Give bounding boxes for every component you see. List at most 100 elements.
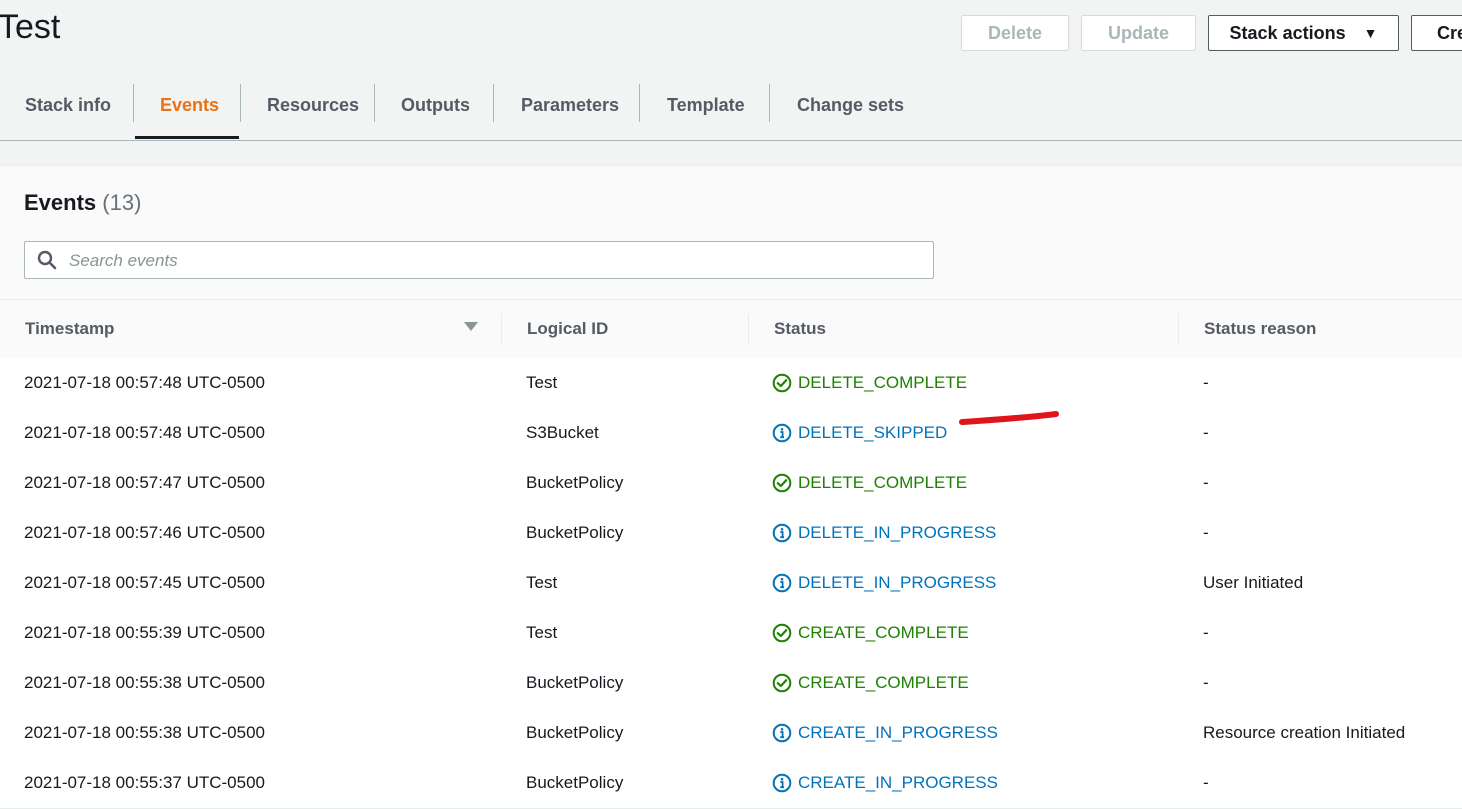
status-badge: DELETE_IN_PROGRESS (772, 523, 996, 543)
status-cell: DELETE_IN_PROGRESS (772, 558, 996, 608)
status-text: DELETE_SKIPPED (798, 423, 948, 442)
column-header-status-reason[interactable]: Status reason (1204, 300, 1316, 358)
logical-id-cell: Test (526, 623, 558, 642)
status-reason-cell: - (1203, 373, 1209, 392)
create-stack-button[interactable]: Cre (1411, 15, 1462, 51)
status-cell: DELETE_SKIPPED (772, 408, 947, 458)
info-circle-icon (772, 723, 798, 743)
status-cell: CREATE_COMPLETE (772, 608, 969, 658)
status-reason-cell: - (1203, 523, 1209, 542)
tab-divider (493, 84, 494, 122)
table-row: 2021-07-18 00:55:39 UTC-0500 Test CREATE_C… (0, 608, 1462, 659)
tab-resources[interactable]: Resources (267, 70, 359, 140)
column-divider[interactable] (748, 314, 749, 344)
info-circle-icon (772, 773, 798, 793)
tab-change-sets[interactable]: Change sets (797, 70, 904, 140)
timestamp-cell: 2021-07-18 00:57:47 UTC-0500 (24, 473, 265, 492)
events-count: (13) (102, 190, 142, 215)
tab-divider (639, 84, 640, 122)
timestamp-cell: 2021-07-18 00:55:38 UTC-0500 (24, 723, 265, 742)
status-reason-cell: - (1203, 473, 1209, 492)
status-cell: CREATE_IN_PROGRESS (772, 758, 998, 808)
logical-id-cell: BucketPolicy (526, 723, 624, 742)
status-reason-cell: Resource creation Initiated (1203, 723, 1406, 742)
table-row: 2021-07-18 00:55:38 UTC-0500 BucketPolicy… (0, 708, 1462, 759)
tab-outputs[interactable]: Outputs (401, 70, 470, 140)
logical-id-cell: BucketPolicy (526, 473, 624, 492)
table-row: 2021-07-18 00:57:48 UTC-0500 S3Bucket DELE… (0, 408, 1462, 459)
stack-actions-button[interactable]: Stack actions ▼ (1208, 15, 1399, 51)
check-circle-icon (772, 673, 798, 693)
events-title: Events (24, 190, 97, 215)
status-text: DELETE_COMPLETE (798, 373, 968, 392)
status-badge: CREATE_COMPLETE (772, 623, 969, 643)
status-badge: CREATE_IN_PROGRESS (772, 773, 998, 793)
table-row: 2021-07-18 00:55:38 UTC-0500 BucketPolicy… (0, 658, 1462, 709)
tab-divider (374, 84, 375, 122)
events-panel-header: Events (13) (0, 166, 1462, 300)
check-circle-icon (772, 473, 798, 493)
events-panel: Events (13) Timestamp Logical ID Status … (0, 165, 1462, 809)
column-header-status[interactable]: Status (774, 300, 826, 358)
tab-divider (240, 84, 241, 122)
info-circle-icon (772, 573, 798, 593)
tab-template[interactable]: Template (667, 70, 745, 140)
status-text: CREATE_IN_PROGRESS (798, 723, 998, 742)
search-box[interactable] (24, 241, 934, 279)
timestamp-cell: 2021-07-18 00:57:45 UTC-0500 (24, 573, 265, 592)
timestamp-cell: 2021-07-18 00:57:48 UTC-0500 (24, 373, 265, 392)
events-heading: Events (13) (24, 190, 141, 216)
table-row: 2021-07-18 00:57:46 UTC-0500 BucketPolicy… (0, 508, 1462, 559)
status-badge: DELETE_IN_PROGRESS (772, 573, 996, 593)
status-badge: DELETE_COMPLETE (772, 373, 967, 393)
status-cell: CREATE_COMPLETE (772, 658, 969, 708)
tab-bar: Stack info Events Resources Outputs Para… (0, 70, 1462, 141)
column-divider[interactable] (1178, 314, 1179, 344)
tab-divider (133, 84, 134, 122)
update-button[interactable]: Update (1081, 15, 1196, 51)
caret-down-icon: ▼ (1363, 25, 1378, 41)
status-text: DELETE_COMPLETE (798, 473, 968, 492)
status-cell: DELETE_IN_PROGRESS (772, 508, 996, 558)
logical-id-cell: Test (526, 573, 558, 592)
table-row: 2021-07-18 00:55:37 UTC-0500 BucketPolicy… (0, 758, 1462, 809)
check-circle-icon (772, 373, 798, 393)
logical-id-cell: Test (526, 373, 558, 392)
status-cell: CREATE_IN_PROGRESS (772, 708, 998, 758)
column-divider[interactable] (501, 314, 502, 344)
column-header-logical-id[interactable]: Logical ID (527, 300, 608, 358)
status-text: DELETE_IN_PROGRESS (798, 523, 997, 542)
active-tab-indicator (135, 136, 239, 139)
timestamp-cell: 2021-07-18 00:57:48 UTC-0500 (24, 423, 265, 442)
status-reason-cell: - (1203, 673, 1209, 692)
status-text: CREATE_COMPLETE (798, 673, 969, 692)
sort-descending-icon[interactable] (464, 322, 478, 331)
tab-events[interactable]: Events (160, 70, 219, 140)
status-badge: CREATE_COMPLETE (772, 673, 969, 693)
tab-stack-info[interactable]: Stack info (25, 70, 111, 140)
timestamp-cell: 2021-07-18 00:55:38 UTC-0500 (24, 673, 265, 692)
stack-title: Test (0, 8, 61, 46)
logical-id-cell: S3Bucket (526, 423, 599, 442)
timestamp-cell: 2021-07-18 00:57:46 UTC-0500 (24, 523, 265, 542)
stack-actions-label: Stack actions (1229, 22, 1346, 43)
events-table-header: Timestamp Logical ID Status Status reaso… (0, 300, 1462, 359)
logical-id-cell: BucketPolicy (526, 673, 624, 692)
status-badge: DELETE_SKIPPED (772, 423, 947, 443)
column-header-timestamp[interactable]: Timestamp (25, 300, 114, 358)
status-text: CREATE_COMPLETE (798, 623, 969, 642)
status-badge: DELETE_COMPLETE (772, 473, 967, 493)
tab-divider (769, 84, 770, 122)
status-cell: DELETE_COMPLETE (772, 458, 967, 508)
table-row: 2021-07-18 00:57:47 UTC-0500 BucketPolicy… (0, 458, 1462, 509)
info-circle-icon (772, 523, 798, 543)
timestamp-cell: 2021-07-18 00:55:37 UTC-0500 (24, 773, 265, 792)
search-input[interactable] (67, 246, 921, 276)
status-badge: CREATE_IN_PROGRESS (772, 723, 998, 743)
timestamp-cell: 2021-07-18 00:55:39 UTC-0500 (24, 623, 265, 642)
tab-parameters[interactable]: Parameters (521, 70, 619, 140)
info-circle-icon (772, 423, 798, 443)
search-icon (37, 250, 57, 275)
delete-button[interactable]: Delete (961, 15, 1069, 51)
status-reason-cell: - (1203, 423, 1209, 442)
